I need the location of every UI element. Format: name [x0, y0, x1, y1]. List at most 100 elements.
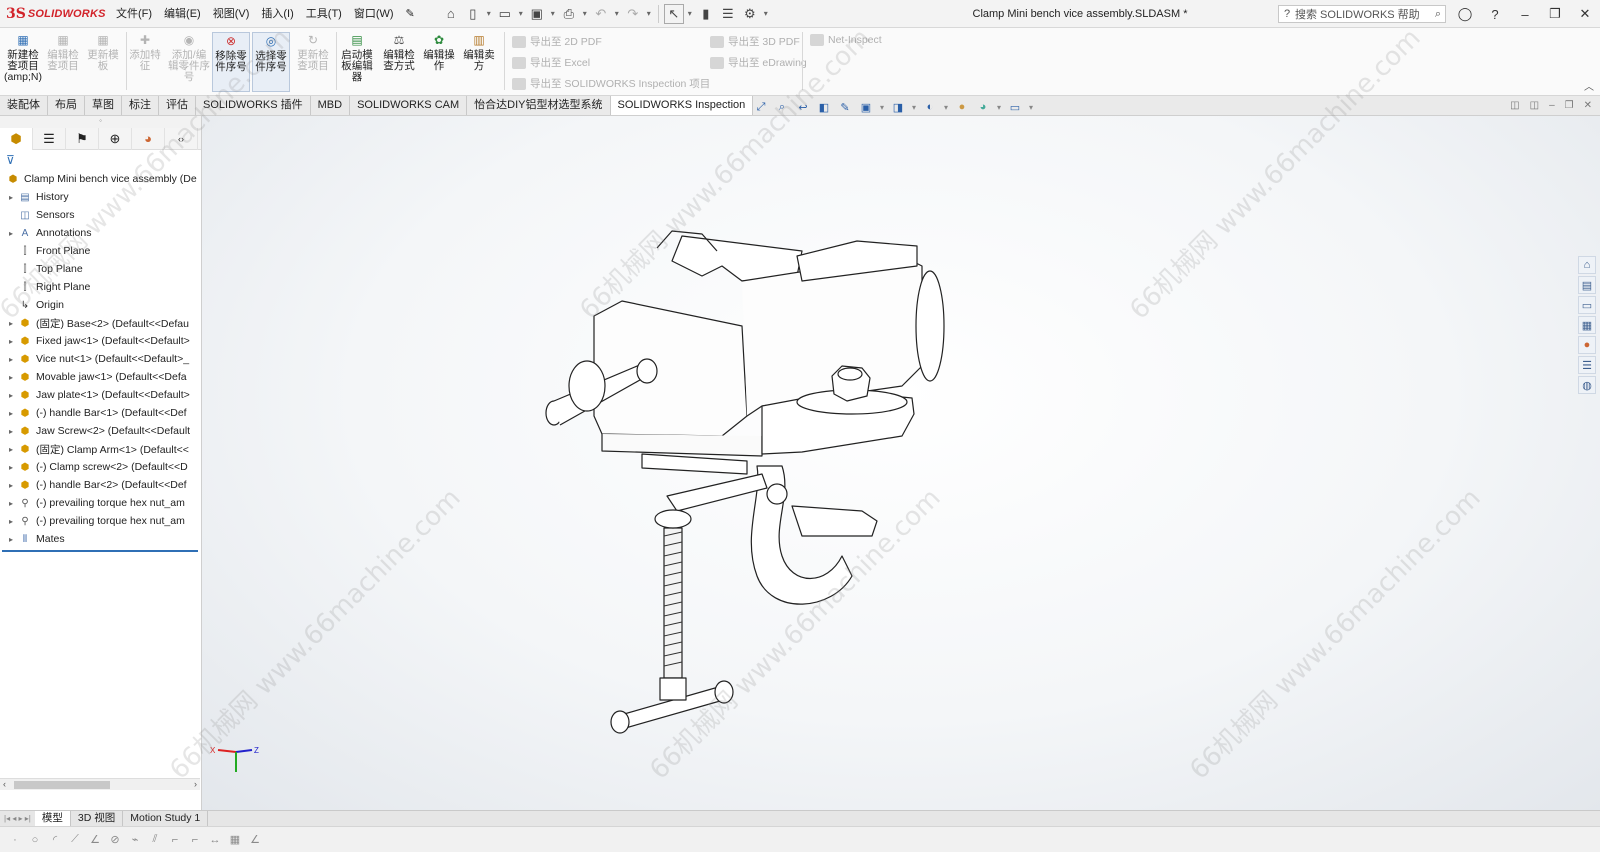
sketch-ellipse-icon[interactable]: ⊘: [108, 833, 122, 846]
tab-evaluate[interactable]: 评估: [159, 96, 196, 115]
edit-inspection-method-button[interactable]: ⚖ 编辑检查方式: [380, 32, 418, 92]
tree-item-base[interactable]: ▸ ⬢ (固定) Base<2> (Default<<Defau: [0, 314, 201, 332]
undo-dropdown-icon[interactable]: ▾: [613, 9, 621, 18]
zoom-to-fit-icon[interactable]: ⤢: [752, 99, 770, 115]
previous-view-icon[interactable]: ↩: [794, 99, 812, 115]
expand-icon[interactable]: ▸: [6, 193, 16, 202]
solidworks-logo[interactable]: 3S SOLIDWORKS: [0, 6, 110, 22]
scroll-left-icon[interactable]: ‹: [3, 779, 6, 789]
display-style-dropdown-icon[interactable]: ▾: [910, 99, 918, 115]
tab-mbd[interactable]: MBD: [311, 96, 351, 115]
tab-markup[interactable]: 标注: [122, 96, 159, 115]
file-explorer-icon[interactable]: ▭: [1578, 296, 1596, 314]
tab-layout[interactable]: 布局: [48, 96, 85, 115]
menu-file[interactable]: 文件(F): [110, 0, 158, 28]
select-dropdown-icon[interactable]: ▾: [686, 9, 694, 18]
expand-icon[interactable]: ▸: [6, 391, 16, 400]
tree-item-origin[interactable]: ↳ Origin: [0, 296, 201, 314]
viewport-split-right-icon[interactable]: ◫: [1530, 100, 1539, 111]
sketch-trim-icon[interactable]: ⌁: [128, 833, 142, 846]
redo-icon[interactable]: ↷: [623, 4, 643, 24]
select-cursor-icon[interactable]: ↖: [663, 3, 684, 24]
edit-vendor-button[interactable]: ▥ 编辑卖方: [460, 32, 498, 92]
menu-insert[interactable]: 插入(I): [255, 0, 299, 28]
menu-window[interactable]: 窗口(W): [348, 0, 400, 28]
search-icon[interactable]: ⌕: [1435, 8, 1441, 21]
scrollbar-thumb[interactable]: [14, 781, 110, 789]
print-icon[interactable]: ⎙: [559, 4, 579, 24]
collapse-ribbon-icon[interactable]: ︿: [1584, 78, 1594, 93]
hide-show-items-icon[interactable]: ◐: [921, 99, 939, 115]
tab-nav-arrows-icon[interactable]: |◂ ◂ ▸ ▸|: [0, 814, 35, 823]
new-inspection-project-button[interactable]: ▦ 新建检查项目 (amp;N): [4, 32, 42, 92]
configuration-manager-tab-icon[interactable]: ⚑: [66, 127, 99, 150]
export-edrawing-button[interactable]: 导出至 eDrawing: [710, 55, 807, 70]
solidworks-resources-icon[interactable]: ⌂: [1578, 256, 1596, 274]
tree-item-handle-bar-2[interactable]: ▸ ⬢ (-) handle Bar<2> (Default<<Def: [0, 476, 201, 494]
save-dropdown-icon[interactable]: ▾: [549, 9, 557, 18]
view-orientation-dropdown-icon[interactable]: ▾: [878, 99, 886, 115]
appearances-icon[interactable]: ●: [1578, 336, 1596, 354]
export-excel-button[interactable]: 导出至 Excel: [512, 55, 590, 70]
sketch-corner-2-icon[interactable]: ⌐: [188, 834, 202, 846]
tree-item-hex-nut-1[interactable]: ▸ ⚲ (-) prevailing torque hex nut_am: [0, 494, 201, 512]
property-manager-tab-icon[interactable]: ☰: [33, 127, 66, 150]
section-view-icon[interactable]: ◧: [815, 99, 833, 115]
view-orientation-icon[interactable]: ▣: [857, 99, 875, 115]
tree-horizontal-scrollbar[interactable]: ‹ ›: [0, 778, 200, 790]
tree-item-history[interactable]: ▸ ▤ History: [0, 188, 201, 206]
expand-icon[interactable]: ▸: [6, 499, 16, 508]
save-icon[interactable]: ▣: [527, 4, 547, 24]
traffic-light-icon[interactable]: ▮: [696, 4, 716, 24]
export-3d-pdf-button[interactable]: 导出至 3D PDF: [710, 34, 800, 49]
tree-item-vice-nut[interactable]: ▸ ⬢ Vice nut<1> (Default<<Default>_: [0, 350, 201, 368]
sketch-point-icon[interactable]: ·: [8, 834, 22, 846]
view-settings-dropdown-icon[interactable]: ▾: [1027, 99, 1035, 115]
edit-operation-button[interactable]: ✿ 编辑操作: [420, 32, 458, 92]
minimize-icon[interactable]: –: [1510, 7, 1540, 22]
tree-item-movable-jaw[interactable]: ▸ ⬢ Movable jaw<1> (Default<<Defa: [0, 368, 201, 386]
tab-assembly[interactable]: 装配体: [0, 96, 48, 115]
home-icon[interactable]: ⌂: [441, 4, 461, 24]
display-manager-tab-icon[interactable]: ◕: [132, 127, 165, 150]
design-library-icon[interactable]: ▤: [1578, 276, 1596, 294]
update-inspection-button[interactable]: ↻ 更新检查项目: [294, 32, 332, 92]
tab-solidworks-addins[interactable]: SOLIDWORKS 插件: [196, 96, 311, 115]
menu-tools[interactable]: 工具(T): [300, 0, 348, 28]
expand-icon[interactable]: ▸: [6, 373, 16, 382]
dimxpert-manager-tab-icon[interactable]: ⊕: [99, 127, 132, 150]
expand-icon[interactable]: ▸: [6, 427, 16, 436]
options-gear-icon[interactable]: ⚙: [740, 4, 760, 24]
sketch-angle-2-icon[interactable]: ∠: [248, 833, 262, 846]
more-tabs-icon[interactable]: ‹›: [165, 127, 198, 150]
options-dropdown-icon[interactable]: ▾: [762, 9, 770, 18]
tab-solidworks-inspection[interactable]: SOLIDWORKS Inspection: [610, 96, 754, 115]
sketch-dimension-icon[interactable]: ↔: [208, 834, 222, 846]
expand-icon[interactable]: ▸: [6, 319, 16, 328]
tab-sketch[interactable]: 草图: [85, 96, 122, 115]
sketch-arc-icon[interactable]: ◜: [48, 833, 62, 846]
dynamic-annotation-icon[interactable]: ✎: [836, 99, 854, 115]
viewport-restore-icon[interactable]: ❐: [1565, 100, 1574, 111]
tree-item-top-plane[interactable]: ⫿ Top Plane: [0, 260, 201, 278]
tree-item-front-plane[interactable]: ⫿ Front Plane: [0, 242, 201, 260]
tree-item-jaw-plate[interactable]: ▸ ⬢ Jaw plate<1> (Default<<Default>: [0, 386, 201, 404]
update-template-button[interactable]: ▦ 更新模板: [84, 32, 122, 92]
sketch-line-icon[interactable]: ⟋: [68, 833, 82, 846]
expand-icon[interactable]: ▸: [6, 409, 16, 418]
restore-icon[interactable]: ❐: [1540, 6, 1570, 22]
menu-edit[interactable]: 编辑(E): [158, 0, 207, 28]
tree-item-clamp-arm[interactable]: ▸ ⬢ (固定) Clamp Arm<1> (Default<<: [0, 440, 201, 458]
net-inspect-button[interactable]: Net-Inspect: [810, 34, 882, 46]
sketch-circle-icon[interactable]: ○: [28, 834, 42, 846]
sketch-angle-icon[interactable]: ∠: [88, 833, 102, 846]
select-balloon-button[interactable]: ◎ 选择零件序号: [252, 32, 290, 92]
expand-icon[interactable]: ▸: [6, 337, 16, 346]
tab-model[interactable]: 模型: [34, 811, 71, 826]
tree-item-clamp-screw[interactable]: ▸ ⬢ (-) Clamp screw<2> (Default<<D: [0, 458, 201, 476]
feature-manager-tab-icon[interactable]: ⬢: [0, 127, 33, 150]
expand-icon[interactable]: ▸: [6, 481, 16, 490]
vice-assembly-model[interactable]: [202, 116, 1600, 810]
sketch-corner-icon[interactable]: ⌐: [168, 834, 182, 846]
undo-icon[interactable]: ↶: [591, 4, 611, 24]
